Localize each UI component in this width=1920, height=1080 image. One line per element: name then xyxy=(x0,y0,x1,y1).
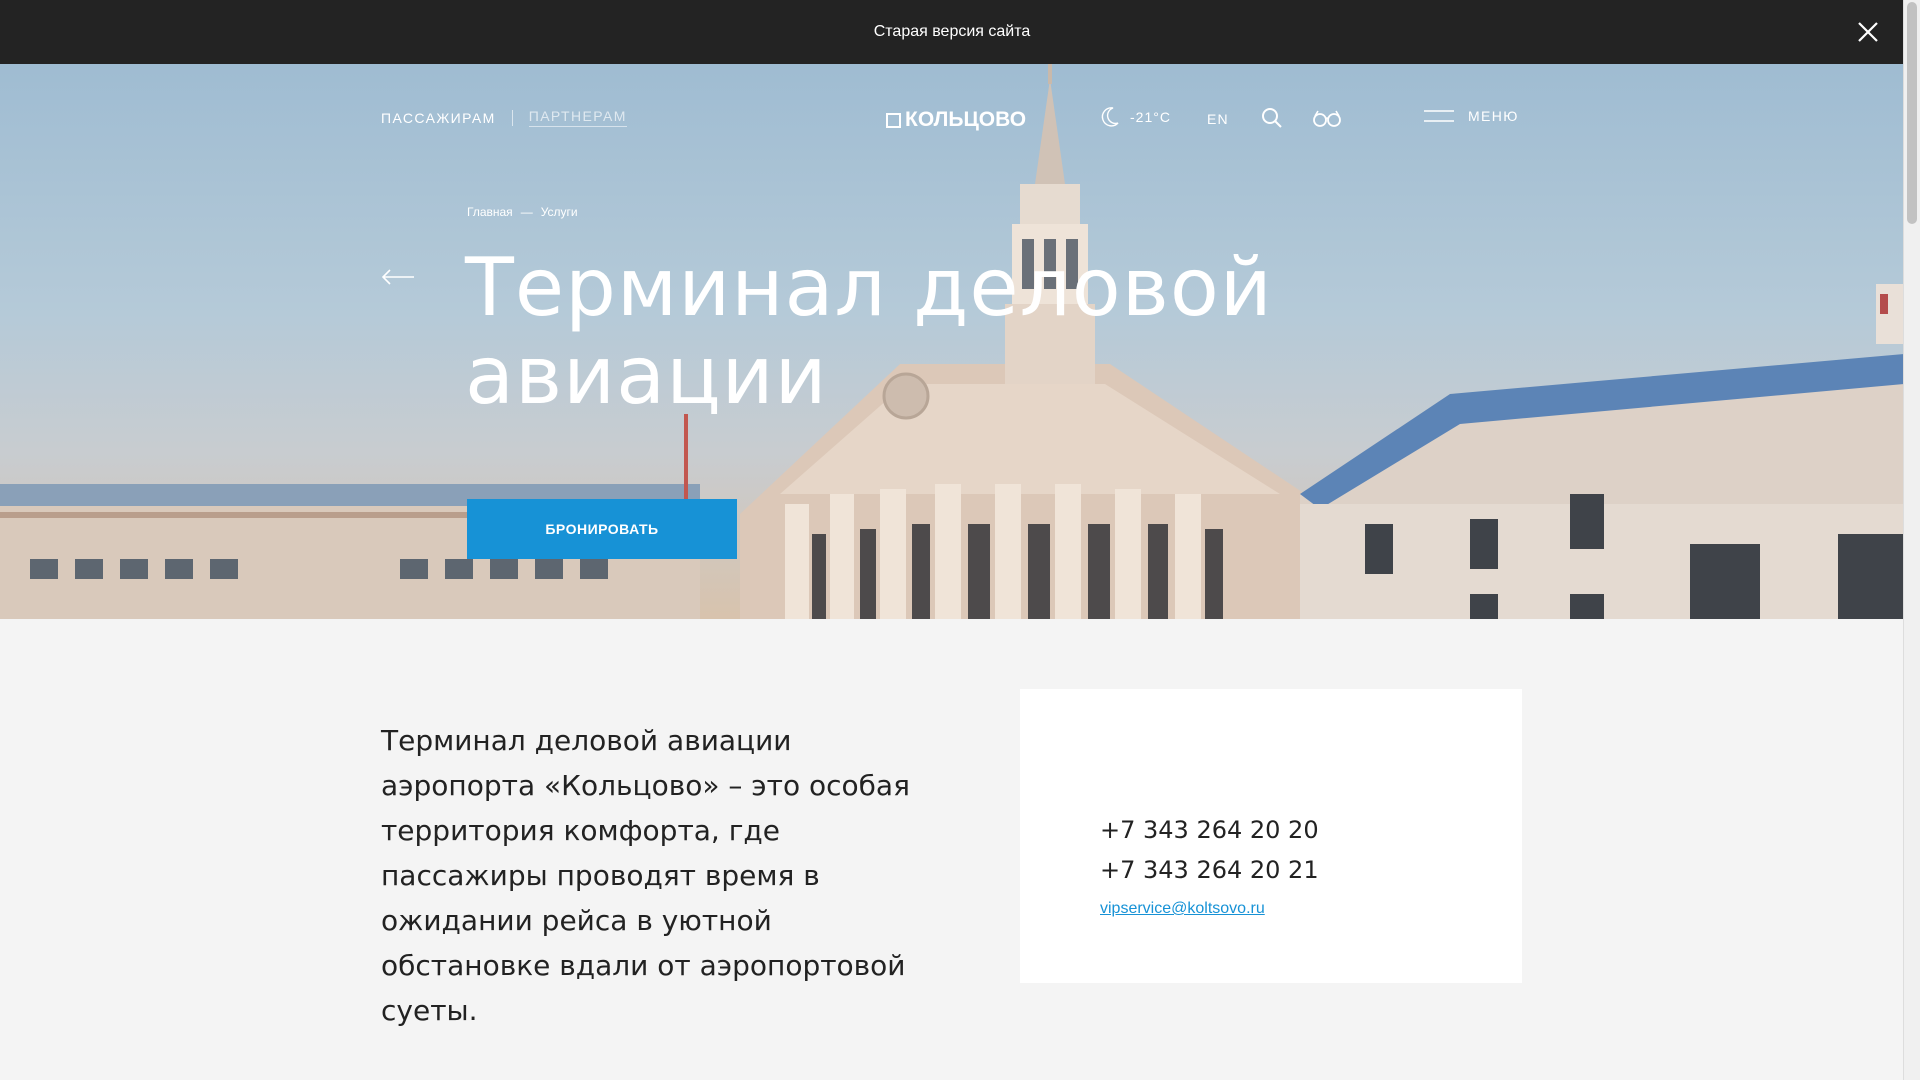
koltsovo-logo[interactable]: КОЛЬЦОВО xyxy=(886,108,1026,132)
nav-divider xyxy=(511,109,513,126)
breadcrumb-home[interactable]: Главная xyxy=(467,205,513,219)
audience-switch: ПАССАЖИРАМ ПАРТНЕРАМ xyxy=(381,108,627,127)
hamburger-icon xyxy=(1424,110,1454,122)
weather-temperature: -21°C xyxy=(1130,109,1171,125)
moon-icon xyxy=(1101,107,1119,127)
scrollbar-thumb[interactable] xyxy=(1907,2,1917,224)
page-title-line1: Терминал деловой xyxy=(465,241,1273,334)
breadcrumb-services[interactable]: Услуги xyxy=(541,205,578,219)
breadcrumb-separator: — xyxy=(520,205,533,219)
logo-text: КОЛЬЦОВО xyxy=(905,108,1027,131)
page-title: Терминал деловой авиации xyxy=(465,244,1365,420)
old-version-banner: Старая версия сайта xyxy=(0,0,1904,64)
breadcrumb: Главная — Услуги xyxy=(467,205,578,219)
book-button[interactable]: БРОНИРОВАТЬ xyxy=(467,499,737,559)
close-icon[interactable] xyxy=(1850,14,1886,50)
menu-label: МЕНЮ xyxy=(1468,108,1519,124)
old-version-link[interactable]: Старая версия сайта xyxy=(874,23,1031,41)
logo-square-icon xyxy=(886,112,901,128)
contacts-card: +7 343 264 20 20 +7 343 264 20 21 vipser… xyxy=(1020,689,1522,983)
weather-widget: -21°C xyxy=(1100,106,1171,128)
intro-paragraph: Терминал деловой авиации аэропорта «Коль… xyxy=(381,724,910,1027)
hero-section: ПАССАЖИРАМ ПАРТНЕРАМ КОЛЬЦОВО -21°C EN М… xyxy=(0,64,1904,619)
arrow-left-icon[interactable] xyxy=(381,268,415,286)
email-link[interactable]: vipservice@koltsovo.ru xyxy=(1100,900,1265,918)
phone-primary[interactable]: +7 343 264 20 20 xyxy=(1100,816,1319,844)
page-title-line2: авиации xyxy=(465,329,828,422)
page-scrollbar[interactable] xyxy=(1903,0,1920,1080)
nav-passengers[interactable]: ПАССАЖИРАМ xyxy=(381,110,496,126)
nav-partners[interactable]: ПАРТНЕРАМ xyxy=(528,108,627,127)
language-switch[interactable]: EN xyxy=(1207,111,1229,127)
phone-secondary[interactable]: +7 343 264 20 21 xyxy=(1100,856,1319,884)
glasses-icon[interactable] xyxy=(1312,108,1342,128)
menu-button[interactable]: МЕНЮ xyxy=(1424,108,1519,124)
search-icon[interactable] xyxy=(1260,106,1284,130)
